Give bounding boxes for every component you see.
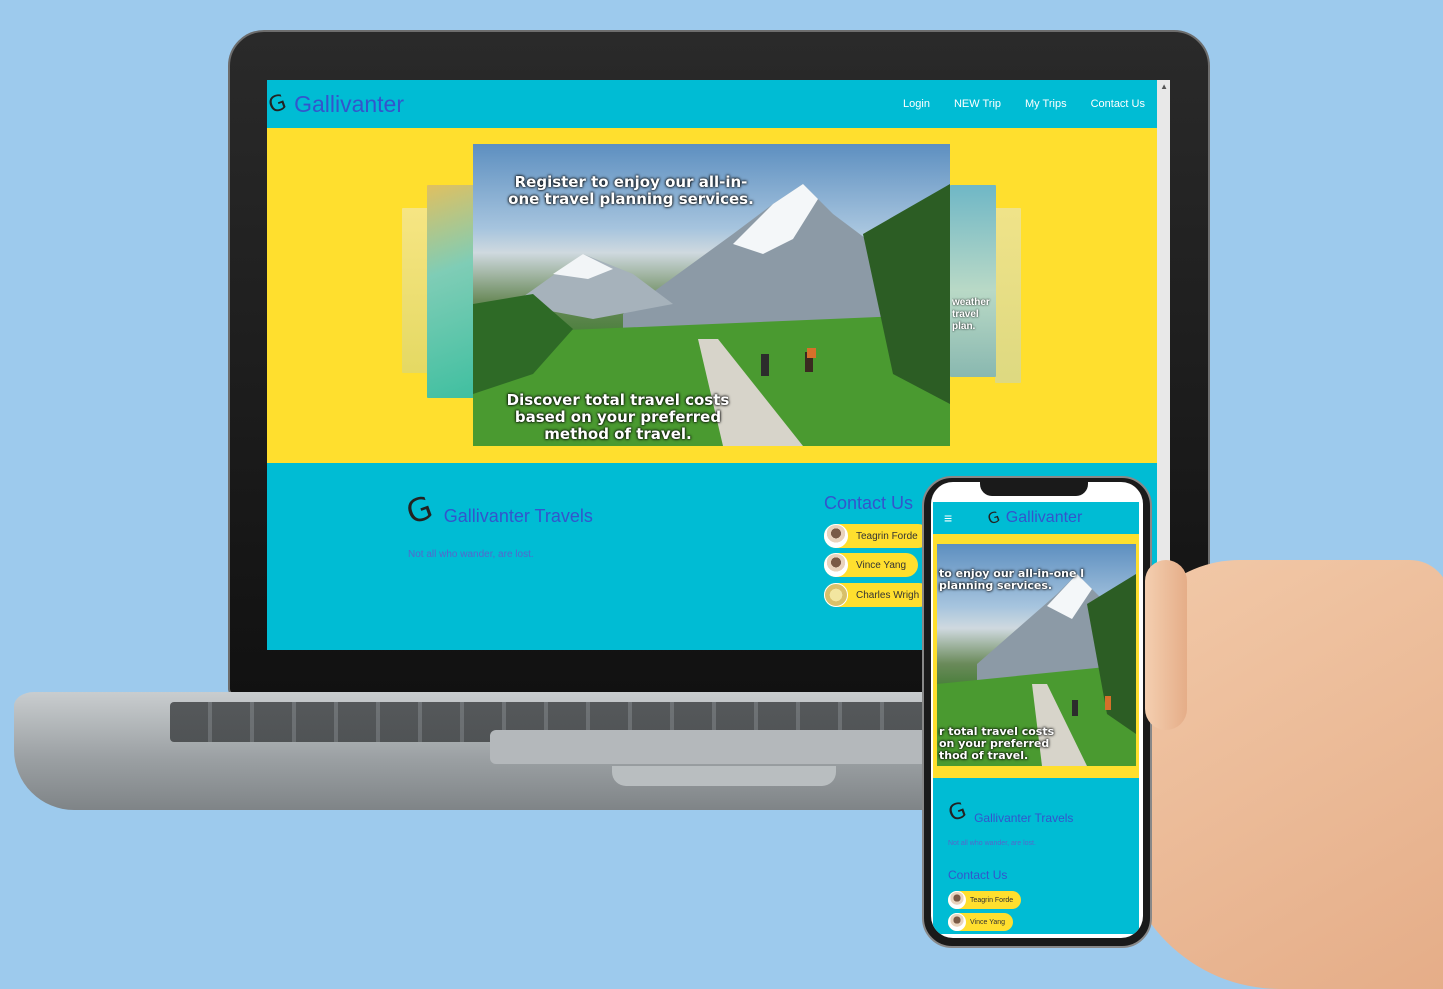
phone-logo-icon: G bbox=[985, 507, 1003, 529]
hero-caption-bottom: Discover total travel costs based on you… bbox=[506, 391, 730, 443]
phone-navbar: ≡ G Gallivanter bbox=[933, 502, 1139, 534]
phone-site-title[interactable]: Gallivanter bbox=[1006, 509, 1082, 527]
hero-slide-mountain-hikers[interactable]: Register to enjoy our all-in-one travel … bbox=[473, 144, 950, 446]
phone-hero-caption-bottom: r total travel costs on your preferred t… bbox=[939, 725, 1055, 762]
avatar bbox=[824, 553, 848, 577]
contact-pill-charles[interactable]: Charles Wrigh bbox=[824, 583, 932, 607]
phone-footer-tagline: Not all who wander, are lost. bbox=[948, 840, 1036, 847]
contact-name: Teagrin Forde bbox=[856, 530, 918, 542]
avatar bbox=[824, 524, 848, 548]
phone-screen: ≡ G Gallivanter to enjoy our all-in-one … bbox=[931, 482, 1143, 938]
avatar bbox=[948, 891, 966, 909]
phone-footer-brand: G Gallivanter Travels bbox=[945, 798, 1074, 827]
footer-brand: G Gallivanter Travels bbox=[401, 488, 593, 532]
contact-pill-vince[interactable]: Vince Yang bbox=[824, 553, 919, 577]
contact-name: Teagrin Forde bbox=[970, 896, 1014, 904]
contact-name: Vince Yang bbox=[856, 559, 907, 571]
laptop-trackpad bbox=[490, 730, 950, 764]
phone-hero-caption-top: to enjoy our all-in-one l planning servi… bbox=[939, 567, 1085, 592]
phone-contact-pill-vince[interactable]: Vince Yang bbox=[948, 913, 1014, 931]
avatar bbox=[948, 913, 966, 931]
phone-footer: G Gallivanter Travels Not all who wander… bbox=[933, 778, 1139, 934]
laptop-notch bbox=[612, 766, 836, 786]
site-title: Gallivanter bbox=[294, 90, 404, 117]
thumb-image bbox=[1145, 560, 1187, 730]
gallivanter-logo-icon: G bbox=[267, 89, 290, 119]
footer-tagline: Not all who wander, are lost. bbox=[408, 549, 534, 560]
nav-login[interactable]: Login bbox=[903, 98, 930, 110]
side-card-text: weather travel plan. bbox=[952, 297, 990, 332]
hero-carousel: weather travel plan. Register to enjoy o… bbox=[267, 128, 1157, 463]
hamburger-menu-icon[interactable]: ≡ bbox=[944, 510, 952, 526]
contact-heading: Contact Us bbox=[824, 493, 914, 513]
phone-contact-heading: Contact Us bbox=[948, 868, 1008, 882]
phone-hero-slide[interactable]: to enjoy our all-in-one l planning servi… bbox=[937, 544, 1136, 766]
phone-hero: to enjoy our all-in-one l planning servi… bbox=[933, 534, 1139, 778]
carousel-card-right[interactable]: weather travel plan. bbox=[950, 185, 996, 377]
phone-footer-logo-icon: G bbox=[945, 797, 970, 828]
site-navbar: G Gallivanter Login NEW Trip My Trips Co… bbox=[267, 80, 1157, 128]
phone-footer-title: Gallivanter Travels bbox=[974, 811, 1074, 825]
phone-notch bbox=[980, 478, 1088, 496]
contact-pill-teagrin[interactable]: Teagrin Forde bbox=[824, 524, 930, 548]
carousel-card-right-back[interactable] bbox=[995, 208, 1021, 383]
nav-links: Login NEW Trip My Trips Contact Us bbox=[903, 98, 1145, 110]
site-logo[interactable]: G Gallivanter bbox=[267, 89, 404, 119]
nav-my-trips[interactable]: My Trips bbox=[1025, 98, 1067, 110]
carousel-card-left[interactable] bbox=[427, 185, 477, 398]
avatar bbox=[824, 583, 848, 607]
phone-contact-pill-teagrin[interactable]: Teagrin Forde bbox=[948, 891, 1022, 909]
nav-contact-us[interactable]: Contact Us bbox=[1091, 98, 1145, 110]
footer-title: Gallivanter Travels bbox=[443, 506, 593, 526]
contact-name: Vince Yang bbox=[970, 918, 1006, 926]
nav-new-trip[interactable]: NEW Trip bbox=[954, 98, 1001, 110]
hero-caption-top: Register to enjoy our all-in-one travel … bbox=[508, 173, 754, 208]
footer-logo-icon: G bbox=[401, 487, 438, 533]
contact-name: Charles Wrigh bbox=[856, 589, 920, 601]
scroll-up-icon[interactable]: ▲ bbox=[1160, 82, 1168, 91]
